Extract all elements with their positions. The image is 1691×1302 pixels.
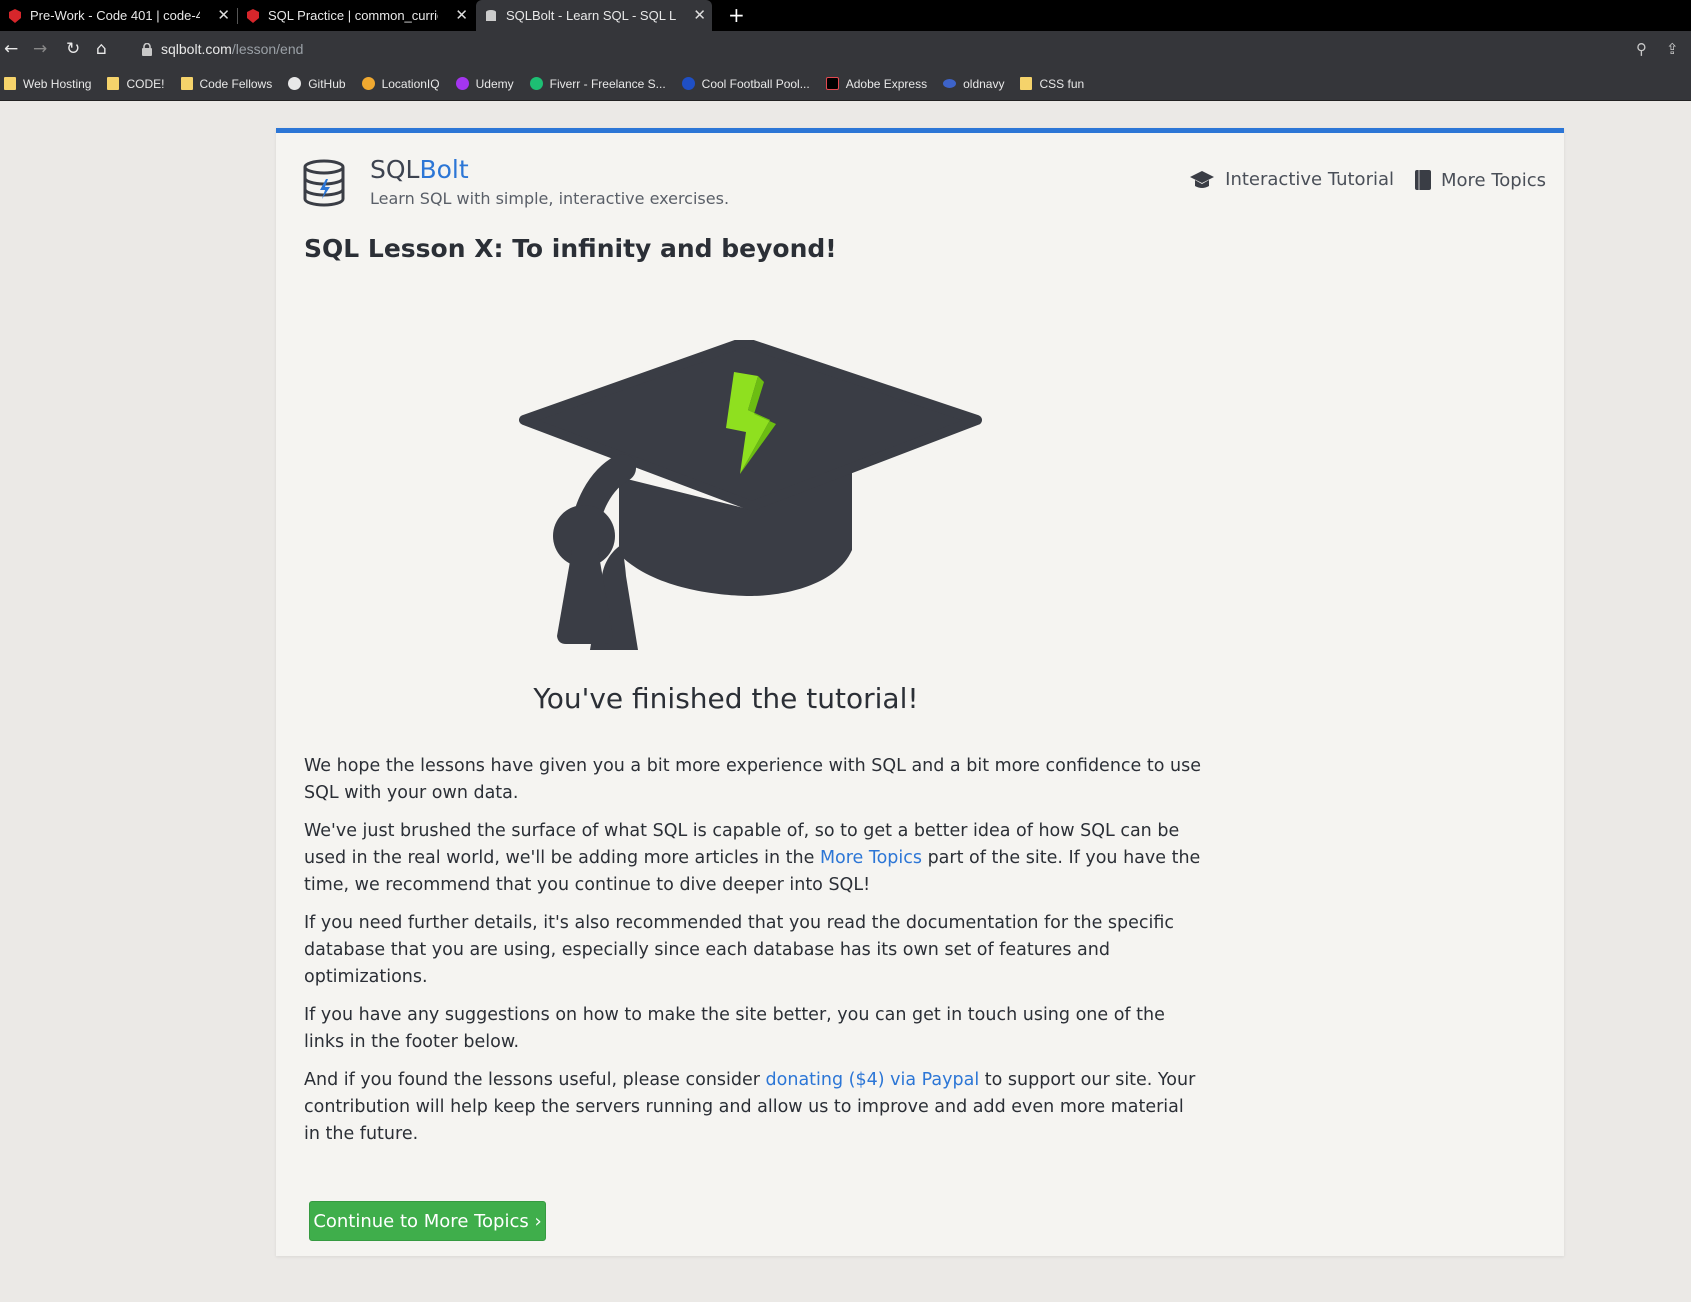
- bookmark-label: CODE!: [126, 76, 165, 91]
- nav-interactive-tutorial[interactable]: Interactive Tutorial: [1189, 169, 1394, 190]
- graduation-cap-icon: [1190, 170, 1215, 188]
- main-card: SQLBolt Learn SQL with simple, interacti…: [276, 128, 1564, 1256]
- donate-paypal-link[interactable]: donating ($4) via Paypal: [766, 1070, 980, 1090]
- more-topics-link[interactable]: More Topics: [820, 848, 922, 868]
- lock-icon: [142, 42, 152, 56]
- forward-icon[interactable]: →: [33, 39, 47, 59]
- bookmark-football-pool[interactable]: Cool Football Pool...: [681, 76, 810, 91]
- url-path: /lesson/end: [231, 41, 304, 57]
- bookmark-label: oldnavy: [963, 76, 1005, 91]
- nav-more-topics[interactable]: More Topics: [1414, 169, 1546, 191]
- bookmark-label: Udemy: [475, 76, 514, 91]
- tab-prework[interactable]: Pre-Work - Code 401 | code-401- ✕: [0, 0, 236, 31]
- share-icon[interactable]: ⇪: [1666, 40, 1679, 58]
- bookmark-label: Cool Football Pool...: [701, 76, 810, 91]
- page-background: SQLBolt Learn SQL with simple, interacti…: [0, 102, 1691, 1302]
- text: And if you found the lessons useful, ple…: [304, 1070, 766, 1090]
- nav-label: More Topics: [1441, 169, 1546, 191]
- site-tagline: Learn SQL with simple, interactive exerc…: [370, 189, 730, 208]
- url-host: sqlbolt.com: [161, 41, 232, 57]
- zoom-icon[interactable]: ⚲: [1636, 40, 1647, 58]
- tab-title: SQL Practice | common_curriculum: [268, 8, 438, 23]
- github-icon: [288, 77, 302, 90]
- bookmark-label: Fiverr - Freelance S...: [549, 76, 666, 91]
- bookmark-label: Adobe Express: [845, 76, 928, 91]
- close-tab-icon[interactable]: ✕: [217, 6, 230, 24]
- browser-toolbar: ← → ↻ ⌂ sqlbolt.com/lesson/end ⚲ ⇪: [0, 31, 1691, 67]
- continue-to-more-topics-button[interactable]: Continue to More Topics ›: [309, 1201, 546, 1241]
- new-tab-button[interactable]: +: [728, 3, 745, 27]
- bookmark-code-fellows[interactable]: Code Fellows: [180, 76, 273, 91]
- database-logo-icon[interactable]: [302, 159, 346, 209]
- tab-title: SQLBolt - Learn SQL - SQL Lesson: [506, 8, 676, 23]
- folder-icon: [1020, 77, 1033, 90]
- finished-heading: You've finished the tutorial!: [533, 682, 919, 715]
- sqlbolt-icon: [486, 9, 496, 21]
- folder-icon: [4, 77, 16, 90]
- close-tab-icon[interactable]: ✕: [693, 6, 706, 24]
- paragraph-1: We hope the lessons have given you a bit…: [304, 756, 1201, 803]
- adobe-icon: [825, 77, 839, 90]
- site-brand[interactable]: SQLBolt: [370, 155, 469, 184]
- bookmark-adobe-express[interactable]: Adobe Express: [825, 76, 928, 91]
- tab-bar: Pre-Work - Code 401 | code-401- ✕ SQL Pr…: [0, 0, 1691, 31]
- codefellows-icon: [9, 8, 21, 23]
- bookmark-label: LocationIQ: [381, 76, 440, 91]
- locationiq-icon: [361, 77, 375, 90]
- graduation-cap-bolt-icon: [519, 340, 982, 650]
- udemy-icon: [455, 77, 469, 90]
- bookmark-locationiq[interactable]: LocationIQ: [361, 76, 440, 91]
- address-bar[interactable]: sqlbolt.com/lesson/end: [132, 35, 1632, 63]
- paragraph-2: We've just brushed the surface of what S…: [304, 818, 1204, 899]
- tab-sql-practice[interactable]: SQL Practice | common_curriculum ✕: [238, 0, 474, 31]
- bookmarks-bar: Web Hosting CODE! Code Fellows GitHub Lo…: [0, 67, 1691, 101]
- bookmark-github[interactable]: GitHub: [288, 76, 346, 91]
- bookmark-code[interactable]: CODE!: [107, 76, 165, 91]
- bookmark-label: Web Hosting: [23, 76, 92, 91]
- tab-sqlbolt[interactable]: SQLBolt - Learn SQL - SQL Lesson ✕: [476, 0, 712, 31]
- bookmark-udemy[interactable]: Udemy: [455, 76, 514, 91]
- bookmark-css-fun[interactable]: CSS fun: [1020, 77, 1084, 91]
- paragraph-4: If you have any suggestions on how to ma…: [304, 1005, 1165, 1052]
- globe-icon: [681, 77, 695, 90]
- bookmark-fiverr[interactable]: Fiverr - Freelance S...: [529, 76, 666, 91]
- folder-icon: [107, 77, 120, 90]
- paragraph-5: And if you found the lessons useful, ple…: [304, 1067, 1204, 1148]
- paragraph-3: If you need further details, it's also r…: [304, 913, 1175, 987]
- folder-icon: [180, 77, 193, 90]
- nav-label: Interactive Tutorial: [1225, 169, 1394, 190]
- back-icon[interactable]: ←: [4, 39, 18, 59]
- lesson-content: We hope the lessons have given you a bit…: [304, 753, 1204, 1159]
- bookmark-label: CSS fun: [1039, 76, 1085, 91]
- lesson-title: SQL Lesson X: To infinity and beyond!: [304, 234, 837, 263]
- fiverr-icon: [529, 77, 543, 90]
- tab-title: Pre-Work - Code 401 | code-401-: [30, 8, 200, 23]
- bookmark-web-hosting[interactable]: Web Hosting: [4, 77, 91, 91]
- brand-bolt: Bolt: [419, 155, 469, 184]
- bookmark-oldnavy[interactable]: oldnavy: [943, 77, 1004, 91]
- close-tab-icon[interactable]: ✕: [455, 6, 468, 24]
- brand-sql: SQL: [370, 155, 420, 184]
- codefellows-icon: [247, 8, 259, 23]
- home-icon[interactable]: ⌂: [96, 39, 107, 59]
- book-icon: [1415, 170, 1431, 190]
- bookmark-label: Code Fellows: [199, 76, 273, 91]
- bookmark-label: GitHub: [308, 76, 346, 91]
- reload-icon[interactable]: ↻: [66, 39, 80, 59]
- oldnavy-icon: [943, 79, 957, 88]
